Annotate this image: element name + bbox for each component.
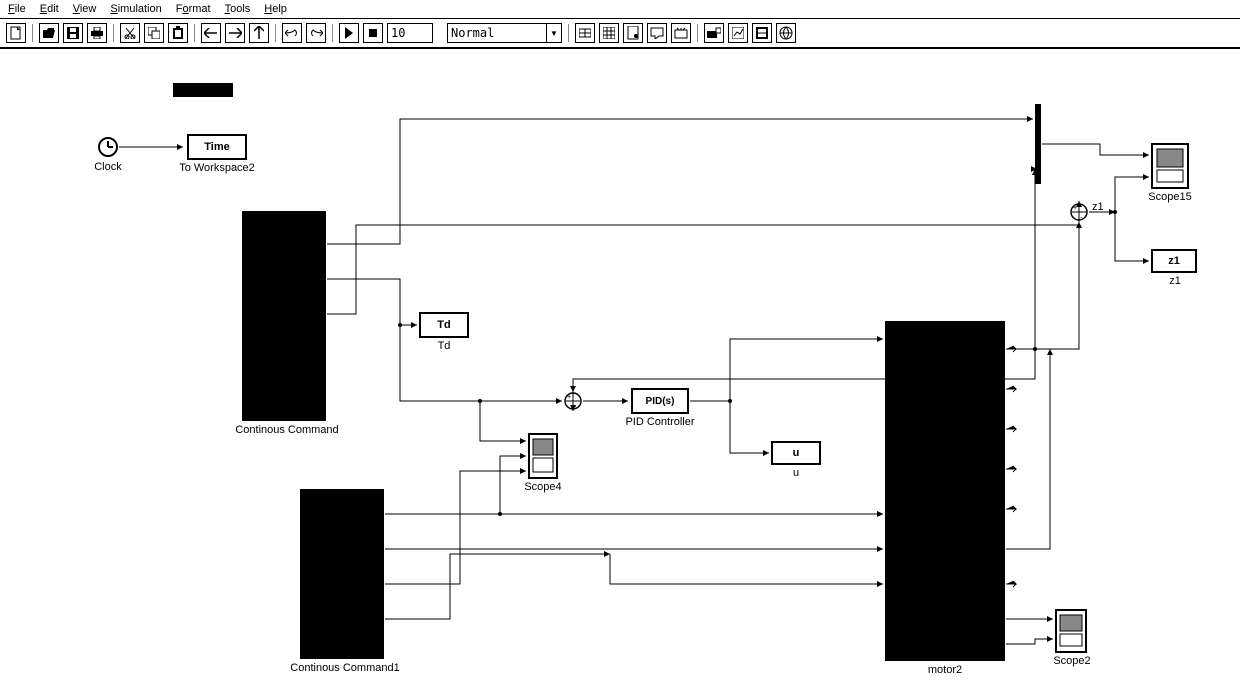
forward-icon[interactable] [225, 23, 245, 43]
up-icon[interactable] [249, 23, 269, 43]
play-icon[interactable] [339, 23, 359, 43]
toolbar-icon-3[interactable] [623, 23, 643, 43]
copy-icon[interactable] [144, 23, 164, 43]
toolbar-icon-8[interactable] [752, 23, 772, 43]
toolbar-icon-1[interactable] [575, 23, 595, 43]
menu-file[interactable]: File [8, 3, 26, 15]
stop-icon[interactable] [363, 23, 383, 43]
toolbar-icon-5[interactable] [671, 23, 691, 43]
print-icon[interactable] [87, 23, 107, 43]
signal-wires [0, 49, 1240, 689]
sim-mode-dropdown[interactable]: Normal ▼ [447, 23, 562, 43]
sim-time-field[interactable]: 10 [387, 23, 433, 43]
menu-tools[interactable]: Tools [225, 3, 251, 15]
back-icon[interactable] [201, 23, 221, 43]
toolbar-icon-9[interactable] [776, 23, 796, 43]
model-canvas[interactable]: Clock Time To Workspace2 Continous Comma… [0, 49, 1240, 689]
menu-help[interactable]: Help [264, 3, 287, 15]
paste-icon[interactable] [168, 23, 188, 43]
toolbar-icon-7[interactable] [728, 23, 748, 43]
toolbar-icon-2[interactable] [599, 23, 619, 43]
menu-edit[interactable]: Edit [40, 3, 59, 15]
open-icon[interactable] [39, 23, 59, 43]
chevron-down-icon[interactable]: ▼ [547, 23, 562, 43]
cut-icon[interactable] [120, 23, 140, 43]
redo-icon[interactable] [306, 23, 326, 43]
menu-view[interactable]: View [73, 3, 97, 15]
sim-mode-value: Normal [447, 23, 547, 43]
menu-simulation[interactable]: Simulation [110, 3, 161, 15]
menu-bar: File Edit View Simulation Format Tools H… [0, 0, 1240, 19]
toolbar-icon-4[interactable] [647, 23, 667, 43]
toolbar: 10 Normal ▼ [0, 19, 1240, 49]
undo-icon[interactable] [282, 23, 302, 43]
menu-format[interactable]: Format [176, 3, 211, 15]
toolbar-icon-6[interactable] [704, 23, 724, 43]
save-icon[interactable] [63, 23, 83, 43]
new-icon[interactable] [6, 23, 26, 43]
